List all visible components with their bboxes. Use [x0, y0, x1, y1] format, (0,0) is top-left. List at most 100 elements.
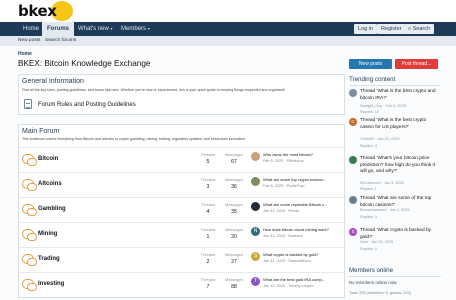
messages-count: 35: [231, 209, 237, 215]
avatar[interactable]: [251, 152, 260, 161]
trending-meta: Brosschammed · Jan 1, 2025: [360, 208, 410, 212]
tab-home[interactable]: Home: [18, 22, 44, 36]
avatar[interactable]: [349, 89, 357, 97]
forum-row[interactable]: Investing Threads 7 Messages 88 T What are the…: [19, 272, 346, 297]
avatar[interactable]: S: [349, 228, 357, 236]
trending-divider: [349, 85, 441, 86]
site-header: bkex: [0, 0, 456, 22]
forum-row[interactable]: Altcoins Threads 3 Messages 36 What are some …: [19, 172, 346, 197]
forum-bubbles-icon: [22, 254, 37, 266]
tab-members[interactable]: Members ▾: [116, 22, 155, 36]
main-forum-block: Main Forum This subforum covers everythi…: [18, 124, 346, 298]
members-total-text: Total: 225 (members: 0, guests: 225): [349, 291, 411, 295]
last-post-title[interactable]: What crypto is backed by gold?: [263, 252, 319, 257]
forum-name[interactable]: Gambling: [38, 206, 66, 212]
last-post-title[interactable]: What are the best gold IRA comp...: [263, 277, 325, 282]
trending-meta: 50Cashmod · Jan 3, 2025: [360, 181, 404, 185]
forum-name[interactable]: Investing: [38, 281, 64, 287]
general-info-title[interactable]: General Information: [22, 78, 84, 85]
threads-count: 7: [206, 284, 210, 290]
forum-row[interactable]: Trading Threads 2 Messages 27 S What crypto is…: [19, 247, 346, 272]
page-title: BKEX: Bitcoin Knowledge Exchange: [18, 59, 151, 68]
messages-label: Messages: [224, 277, 244, 282]
messages-count: 67: [231, 159, 237, 165]
document-icon: [24, 99, 32, 109]
threads-label: Threads: [200, 252, 216, 257]
avatar[interactable]: [251, 202, 260, 211]
forum-name[interactable]: Trading: [38, 256, 60, 262]
threads-count: 1: [206, 234, 210, 240]
threads-label: Threads: [200, 152, 216, 157]
messages-label: Messages: [224, 177, 244, 182]
trending-thread-title[interactable]: Thread 'What is the best crypto casino f…: [360, 118, 440, 131]
tab-whats-new[interactable]: What's new ▾: [73, 22, 118, 36]
chevron-down-icon: ▾: [110, 26, 113, 31]
last-post-title[interactable]: What are some top crypto exchan...: [263, 177, 326, 182]
main-forum-title[interactable]: Main Forum: [22, 128, 59, 135]
forum-bubbles-icon: [22, 179, 37, 191]
avatar[interactable]: T: [251, 277, 260, 286]
breadcrumb[interactable]: Home: [18, 51, 32, 57]
threads-count: 4: [206, 209, 210, 215]
threads-label: Threads: [200, 227, 216, 232]
messages-count: 20: [231, 234, 237, 240]
sub-nav: New posts Search forums: [0, 36, 456, 46]
members-online-block: Members online No members online now. To…: [349, 264, 441, 300]
threads-count: 5: [206, 159, 210, 165]
subnav-search-forums[interactable]: Search forums: [45, 36, 76, 46]
last-post-meta: Jan 31, 2025 · SamuelMoon: [263, 259, 311, 263]
search-icon: ⌕: [408, 26, 412, 32]
messages-count: 88: [231, 284, 237, 290]
forum-rules-link[interactable]: Forum Rules and Posting Guidelines: [38, 102, 136, 108]
trending-meta: Straight_Guy · Feb 5, 2025: [360, 104, 406, 108]
avatar[interactable]: C: [349, 118, 357, 126]
avatar[interactable]: S: [251, 252, 260, 261]
messages-label: Messages: [224, 202, 244, 207]
post-thread-button[interactable]: Post thread...: [395, 59, 438, 69]
forum-bubbles-icon: [22, 279, 37, 291]
forum-bubbles-icon: [22, 204, 37, 216]
trending-thread-title[interactable]: Thread 'What is the best crypto and bitc…: [360, 89, 440, 102]
last-post-title[interactable]: What are some reputable Bitcoin c...: [263, 202, 327, 207]
messages-count: 36: [231, 184, 237, 190]
forum-row[interactable]: Gambling Threads 4 Messages 35 What are some …: [19, 197, 346, 222]
avatar[interactable]: N: [251, 227, 260, 236]
tab-whats-new-label: What's new: [78, 26, 109, 32]
avatar[interactable]: [349, 156, 357, 164]
forum-row[interactable]: Mining Threads 1 Messages 20 N How does bitcoi…: [19, 222, 346, 247]
last-post-title[interactable]: How does bitcoin cloud mining work?: [263, 227, 329, 232]
trending-title: Trending content: [349, 76, 396, 83]
messages-label: Messages: [224, 227, 244, 232]
main-forum-desc: This subforum covers everything from Bit…: [22, 137, 247, 141]
login-button[interactable]: Log in: [354, 24, 377, 34]
register-button[interactable]: Register: [377, 24, 406, 34]
last-post-title[interactable]: Who owns the most bitcoin?: [263, 152, 313, 157]
members-online-title[interactable]: Members online: [349, 267, 393, 274]
trending-replies: Replies: 4: [360, 247, 377, 251]
last-post-meta: Feb 6, 2025 · PickleTrap: [263, 184, 305, 188]
threads-label: Threads: [200, 277, 216, 282]
forum-name[interactable]: Altcoins: [38, 181, 62, 187]
last-post-meta: Jan 12, 2025 · Tommy cooper: [263, 284, 314, 288]
trending-replies: Replies: 10: [360, 110, 379, 114]
avatar[interactable]: [349, 196, 357, 204]
tab-forums[interactable]: Forums: [42, 22, 75, 36]
forum-bubbles-icon: [22, 229, 37, 241]
last-post-meta: Feb 5, 2025 · PMbitcrop: [263, 159, 304, 163]
search-button[interactable]: ⌕ Search: [404, 24, 435, 34]
general-info-desc: Find all the key rules, posting guidelin…: [22, 88, 286, 92]
search-label: Search: [412, 26, 431, 32]
trending-thread-title[interactable]: Thread 'What's your bitcoin price predic…: [360, 156, 440, 176]
forum-name[interactable]: Bitcoin: [38, 156, 58, 162]
last-post-meta: Jan 31, 2025 · Perios: [263, 209, 300, 213]
main-nav: Home Forums What's new ▾ Members ▾ Log i…: [0, 22, 456, 36]
threads-label: Threads: [200, 177, 216, 182]
logo-text: bkex: [18, 2, 57, 20]
new-posts-button[interactable]: New posts: [349, 59, 392, 69]
site-logo[interactable]: bkex: [18, 1, 74, 21]
avatar[interactable]: [251, 177, 260, 186]
subnav-new-posts[interactable]: New posts: [18, 36, 40, 46]
forum-row[interactable]: Bitcoin Threads 5 Messages 67 Who owns the mo…: [19, 147, 346, 172]
trending-replies: Replies: 4: [360, 144, 377, 148]
forum-name[interactable]: Mining: [38, 231, 57, 237]
